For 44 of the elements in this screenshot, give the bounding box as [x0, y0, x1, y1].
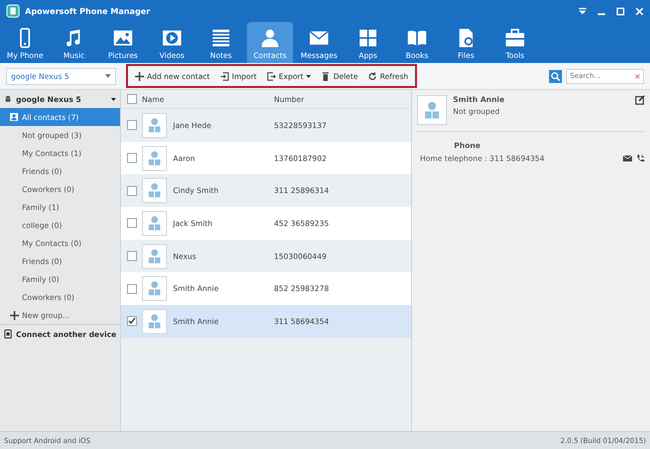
avatar-icon [142, 146, 167, 171]
avatar-icon [142, 210, 167, 236]
avatar-icon [142, 178, 167, 204]
import-icon [220, 72, 229, 80]
phone-call-icon[interactable] [636, 154, 645, 163]
play-icon [162, 28, 182, 48]
export-icon [266, 72, 276, 80]
refresh-icon [368, 72, 377, 80]
avatar-icon [142, 112, 167, 138]
plus-icon [10, 310, 19, 320]
grid-icon [358, 28, 378, 48]
select-all-checkbox[interactable] [127, 94, 137, 104]
picture-icon [113, 28, 133, 48]
contact-card-icon [10, 113, 18, 121]
dropdown-menu-icon[interactable] [578, 6, 587, 16]
row-checkbox[interactable] [127, 284, 137, 294]
device-icon [4, 329, 12, 339]
toolbox-icon [505, 28, 525, 48]
row-checkbox[interactable] [127, 316, 137, 326]
row-checkbox[interactable] [127, 153, 137, 164]
trash-icon [321, 72, 330, 80]
row-checkbox[interactable] [127, 186, 137, 196]
avatar-icon [417, 95, 447, 125]
row-checkbox[interactable] [127, 251, 137, 262]
caret-icon [111, 98, 116, 100]
maximize-icon[interactable] [616, 6, 625, 16]
avatar-icon [142, 244, 167, 269]
envelope-icon[interactable] [623, 154, 632, 163]
avatar-icon [142, 276, 167, 302]
row-checkbox[interactable] [127, 120, 137, 130]
person-icon [260, 28, 280, 48]
book-icon [407, 28, 427, 48]
avatar-icon [142, 308, 167, 334]
clear-icon[interactable] [635, 74, 640, 78]
caret-icon [105, 74, 111, 78]
search-icon[interactable] [549, 70, 562, 82]
notes-icon [211, 28, 231, 48]
row-checkbox[interactable] [127, 218, 137, 228]
plus-icon [135, 72, 144, 80]
edit-icon[interactable] [635, 95, 645, 105]
window-title: Apowersoft Phone Manager [25, 6, 150, 16]
app-logo-icon [6, 4, 20, 18]
close-icon[interactable] [635, 6, 644, 16]
caret-icon [306, 74, 312, 78]
